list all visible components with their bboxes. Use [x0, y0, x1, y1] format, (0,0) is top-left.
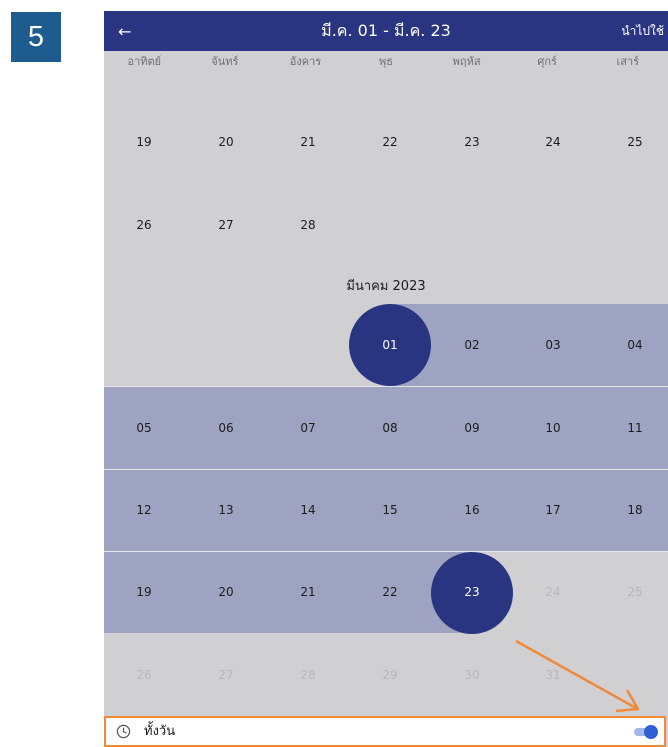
calendar-day-disabled: 25	[627, 585, 643, 599]
calendar-day[interactable]: 09	[432, 408, 512, 448]
calendar-day[interactable]: 23	[432, 122, 512, 162]
calendar-day-disabled: 27	[218, 668, 234, 682]
week-divider	[104, 551, 668, 552]
calendar-day[interactable]: 04	[595, 325, 668, 365]
clock-icon	[116, 724, 131, 739]
calendar-day[interactable]: 15	[350, 490, 430, 530]
step-number-badge: 5	[11, 12, 61, 62]
calendar-day[interactable]: 21	[268, 572, 348, 612]
calendar-day-disabled: 31	[545, 668, 561, 682]
calendar-day[interactable]: 25	[595, 122, 668, 162]
calendar-day[interactable]: 17	[513, 490, 593, 530]
calendar-day[interactable]: 05	[104, 408, 184, 448]
calendar-day[interactable]: 26	[104, 205, 184, 245]
calendar-day[interactable]: 12	[104, 490, 184, 530]
apply-button[interactable]: นำไปใช้	[621, 11, 664, 51]
calendar-day[interactable]: 19	[104, 572, 184, 612]
calendar-day[interactable]: 18	[595, 490, 668, 530]
calendar-day[interactable]: 06	[186, 408, 266, 448]
calendar-day[interactable]: 24	[513, 122, 593, 162]
week-divider	[104, 386, 668, 387]
calendar-day[interactable]: 20	[186, 122, 266, 162]
calendar-day[interactable]: 27	[186, 205, 266, 245]
all-day-row: ทั้งวัน	[104, 716, 666, 747]
calendar-day[interactable]: 03	[513, 325, 593, 365]
calendar-day-disabled: 24	[545, 585, 561, 599]
calendar-day[interactable]: 28	[268, 205, 348, 245]
calendar-day-disabled: 29	[382, 668, 398, 682]
calendar-day-disabled: 30	[464, 668, 480, 682]
calendar-day-selected-start[interactable]: 01	[350, 325, 430, 365]
calendar-day-disabled: 26	[136, 668, 152, 682]
calendar-day[interactable]: 20	[186, 572, 266, 612]
calendar-day[interactable]: 14	[268, 490, 348, 530]
calendar-day[interactable]: 21	[268, 122, 348, 162]
weekday-monday: จันทร์	[211, 55, 239, 68]
calendar-day[interactable]: 19	[104, 122, 184, 162]
all-day-toggle[interactable]	[634, 725, 658, 739]
weekday-friday: ศุกร์	[537, 55, 557, 68]
month-label: มีนาคม 2023	[346, 279, 426, 294]
weekday-sunday: อาทิตย์	[127, 55, 162, 68]
calendar-day[interactable]: 11	[595, 408, 668, 448]
calendar-day[interactable]: 13	[186, 490, 266, 530]
week-divider	[104, 469, 668, 470]
weekday-header: อาทิตย์ จันทร์ อังคาร พุธ พฤหัส ศุกร์ เส…	[104, 51, 668, 73]
toggle-knob	[644, 725, 658, 739]
calendar-day[interactable]: 07	[268, 408, 348, 448]
calendar-day[interactable]: 16	[432, 490, 512, 530]
all-day-label: ทั้งวัน	[144, 724, 176, 739]
weekday-tuesday: อังคาร	[289, 55, 322, 68]
calendar-day[interactable]: 10	[513, 408, 593, 448]
top-bar: ← มี.ค. 01 - มี.ค. 23 นำไปใช้	[104, 11, 668, 51]
date-range-title: มี.ค. 01 - มี.ค. 23	[321, 20, 451, 40]
weekday-thursday: พฤหัส	[452, 55, 481, 68]
calendar-day-selected-end[interactable]: 23	[432, 572, 512, 612]
calendar-day[interactable]: 22	[350, 572, 430, 612]
calendar-day[interactable]: 22	[350, 122, 430, 162]
calendar-day[interactable]: 08	[350, 408, 430, 448]
weekday-wednesday: พุธ	[379, 55, 393, 68]
date-range-picker: ← มี.ค. 01 - มี.ค. 23 นำไปใช้ อาทิตย์ จั…	[104, 11, 668, 747]
weekday-saturday: เสาร์	[616, 55, 640, 68]
calendar-day-disabled: 28	[300, 668, 316, 682]
calendar-day[interactable]: 02	[432, 325, 512, 365]
